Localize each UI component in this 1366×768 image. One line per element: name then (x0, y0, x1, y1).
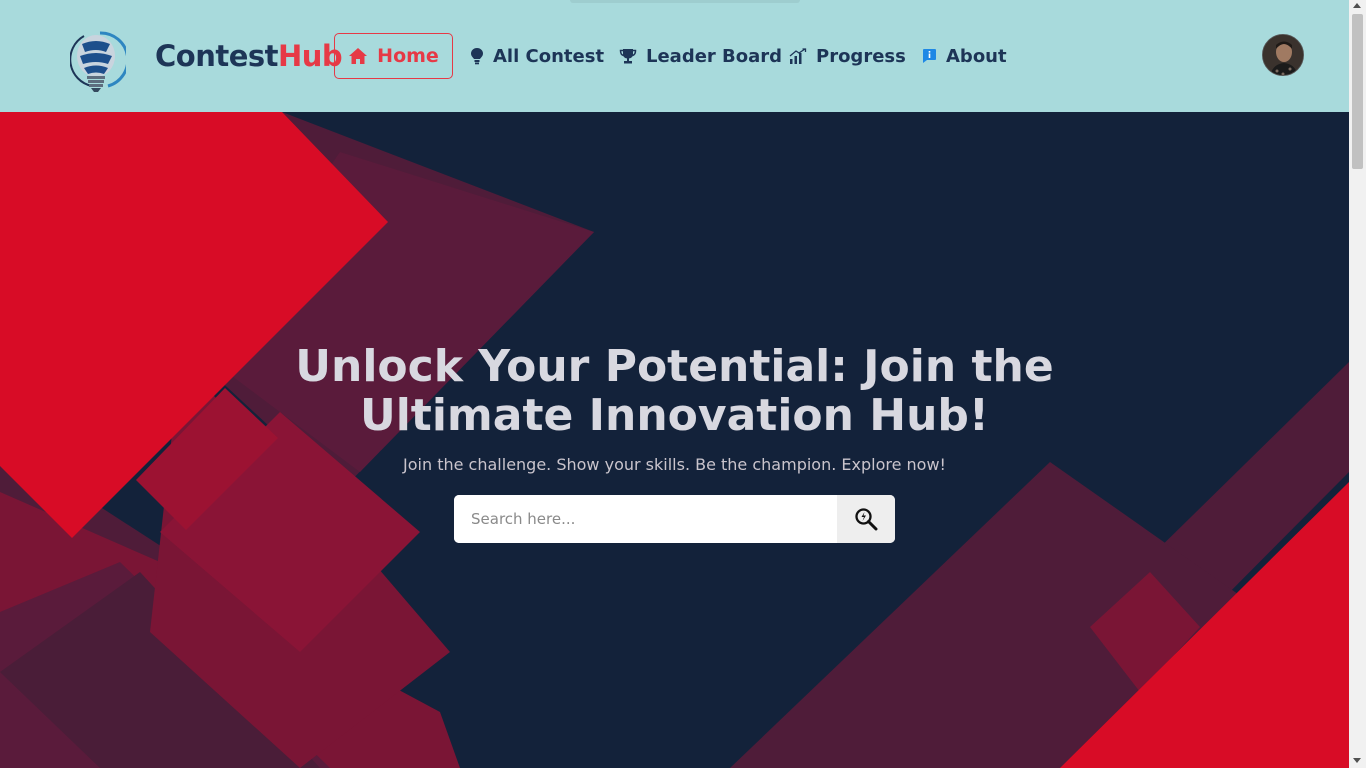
nav-leader-board-label: Leader Board (646, 45, 783, 67)
nav-all-contest[interactable]: All Contest (470, 33, 604, 79)
scroll-up-arrow-icon[interactable] (1353, 3, 1361, 8)
nav-progress-label: Progress (816, 45, 906, 67)
trophy-icon (619, 49, 637, 64)
hero-subtitle: Join the challenge. Show your skills. Be… (403, 455, 946, 474)
home-icon (349, 48, 368, 64)
brand-name-part1: Contest (155, 39, 279, 73)
nav-home[interactable]: Home (334, 33, 453, 79)
hero-title: Unlock Your Potential: Join the Ultimate… (0, 342, 1349, 440)
lightbulb-logo-icon[interactable] (69, 30, 130, 96)
info-icon (923, 49, 936, 63)
scrollbar-thumb[interactable] (1352, 14, 1363, 169)
hero-banner: Unlock Your Potential: Join the Ultimate… (0, 112, 1349, 768)
nav-home-label: Home (377, 45, 439, 67)
search-bar (454, 495, 895, 543)
lightbulb-icon (471, 48, 483, 65)
scroll-down-arrow-icon[interactable] (1353, 758, 1361, 763)
user-avatar[interactable] (1262, 34, 1304, 76)
nav-all-contest-label: All Contest (493, 45, 605, 67)
brand-name-part2: Hub (278, 39, 343, 73)
search-icon (855, 508, 878, 531)
nav-leader-board[interactable]: Leader Board (619, 33, 782, 79)
top-navbar: ContestHub Home All Contest Leader Board (0, 0, 1349, 112)
search-button[interactable] (837, 495, 895, 543)
nav-about-label: About (946, 45, 1007, 67)
hero-title-line2: Ultimate Innovation Hub! (360, 390, 989, 441)
nav-about[interactable]: About (921, 33, 1007, 79)
brand-name[interactable]: ContestHub (155, 39, 343, 73)
page-scrollbar[interactable] (1349, 0, 1366, 768)
signal-chart-icon (789, 47, 807, 64)
search-input[interactable] (454, 495, 837, 543)
header-shadow (570, 0, 800, 3)
nav-progress[interactable]: Progress (789, 33, 906, 79)
hero-title-line1: Unlock Your Potential: Join the (295, 341, 1054, 392)
